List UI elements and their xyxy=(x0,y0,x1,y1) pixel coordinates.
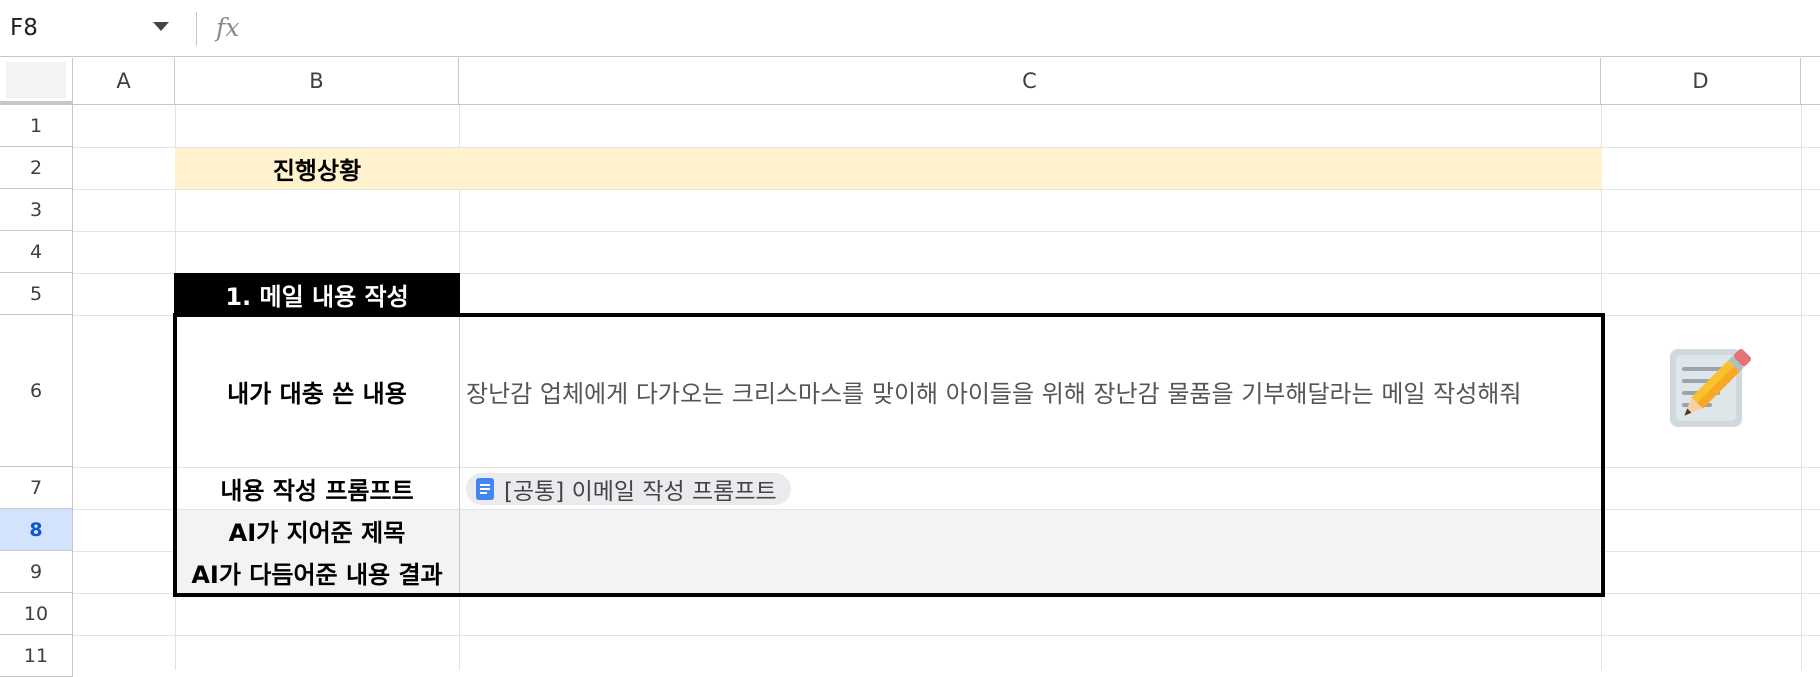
smart-chip-doc-link[interactable]: [공통] 이메일 작성 프롬프트 xyxy=(466,473,791,505)
cell-c2-progress-value[interactable] xyxy=(459,148,1602,189)
gridline xyxy=(73,189,1820,190)
cell-b7-label[interactable]: 내용 작성 프롬프트 xyxy=(175,467,459,509)
column-header-a[interactable]: A xyxy=(73,58,175,105)
cell-b5-section-header[interactable]: 1. 메일 내용 작성 xyxy=(174,273,460,315)
row-header-6[interactable]: 6 xyxy=(0,315,73,467)
row-header-10[interactable]: 10 xyxy=(0,593,73,635)
row-header-9[interactable]: 9 xyxy=(0,551,73,593)
cell-b9-label[interactable]: AI가 다듬어준 내용 결과 xyxy=(175,551,459,593)
row-header-1[interactable]: 1 xyxy=(0,105,73,147)
cell-b6-label[interactable]: 내가 대충 쓴 내용 xyxy=(175,315,459,467)
row-header-3[interactable]: 3 xyxy=(0,189,73,231)
row-header-5[interactable]: 5 xyxy=(0,273,73,315)
column-header-c[interactable]: C xyxy=(459,58,1601,105)
google-docs-icon xyxy=(476,478,494,500)
chevron-down-icon[interactable] xyxy=(153,22,169,31)
smart-chip-label: [공통] 이메일 작성 프롬프트 xyxy=(504,479,777,505)
gridline xyxy=(73,231,1820,232)
select-all-shade xyxy=(6,62,66,98)
cell-b2-progress-label[interactable]: 진행상황 xyxy=(175,148,459,189)
row-header-11[interactable]: 11 xyxy=(0,635,73,677)
column-header-b[interactable]: B xyxy=(175,58,459,105)
formula-input[interactable] xyxy=(262,11,1802,45)
formula-bar-divider xyxy=(196,12,197,46)
row-header-7[interactable]: 7 xyxy=(0,467,73,509)
column-header-d[interactable]: D xyxy=(1601,58,1801,105)
gridline xyxy=(73,635,1820,636)
memo-pencil-emoji-icon xyxy=(1670,348,1752,427)
fx-icon: fx xyxy=(216,13,240,42)
row-header-4[interactable]: 4 xyxy=(0,231,73,273)
block-inner-divider xyxy=(459,315,460,595)
row-header-2[interactable]: 2 xyxy=(0,147,73,189)
cell-c8-output[interactable] xyxy=(459,509,1601,551)
row-header-8[interactable]: 8 xyxy=(0,509,73,551)
cell-c9-output[interactable] xyxy=(459,551,1601,593)
cell-c6-draft-content[interactable]: 장난감 업체에게 다가오는 크리스마스를 맞이해 아이들을 위해 장난감 물품을… xyxy=(466,315,1600,467)
cell-b8-label[interactable]: AI가 지어준 제목 xyxy=(175,509,459,551)
column-header-e[interactable] xyxy=(1801,58,1820,105)
